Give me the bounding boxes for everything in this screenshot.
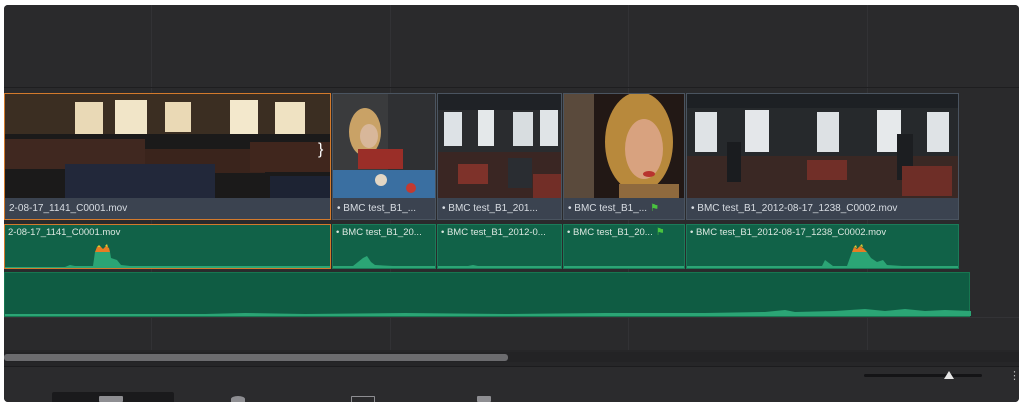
audio-waveform	[333, 256, 435, 268]
clip-thumbnail	[438, 94, 561, 198]
audio-clip-name: BMC test_B1_20...	[572, 227, 653, 238]
music-track-clip[interactable]	[4, 272, 971, 317]
timeline-track-area[interactable]: 2-08-17_1141_C0001.mov } • BMC test_B1_.…	[4, 5, 1019, 350]
audio-clip-name: BMC test_B1_2012-08-17_1238_C0002.mov	[695, 227, 887, 238]
audio-waveform	[687, 244, 958, 268]
audio-clip[interactable]: 2-08-17_1141_C0001.mov	[4, 224, 331, 269]
audio-clip-name: BMC test_B1_2012-0...	[446, 227, 546, 238]
green-flag-icon: ⚑	[650, 203, 660, 214]
clip-name: 2-08-17_1141_C0001.mov	[5, 198, 330, 219]
clip-thumbnail	[333, 94, 435, 198]
clip-name: BMC test_B1_...	[343, 203, 417, 214]
clip-name: BMC test_B1_2012-08-17_1238_C0002.mov	[697, 203, 898, 214]
video-clip[interactable]: 2-08-17_1141_C0001.mov }	[4, 93, 331, 220]
video-clip[interactable]: • BMC test_B1_2012-08-17_1238_C0002.mov	[686, 93, 959, 220]
clip-thumbnail	[687, 94, 958, 198]
audio-clip[interactable]: • BMC test_B1_2012-0...	[437, 224, 562, 269]
video-clip[interactable]: • BMC test_B1_...	[332, 93, 436, 220]
zoom-slider-knob[interactable]	[944, 371, 954, 379]
video-clip[interactable]: • BMC test_B1_... ⚑	[563, 93, 685, 220]
scrollbar-thumb[interactable]	[4, 354, 508, 361]
clip-thumbnail	[5, 94, 330, 198]
green-flag-icon: ⚑	[655, 227, 665, 238]
trim-handle[interactable]: }	[318, 142, 323, 158]
audio-waveform	[564, 266, 684, 268]
generators-icon[interactable]	[477, 396, 491, 402]
audio-waveform	[438, 265, 561, 268]
timeline-view-icon	[99, 396, 123, 402]
audio-clip-name: 2-08-17_1141_C0001.mov	[8, 227, 121, 238]
audio-clip[interactable]: • BMC test_B1_20...	[332, 224, 436, 269]
effects-icon[interactable]	[231, 396, 245, 402]
clip-name: BMC test_B1_201...	[448, 203, 538, 214]
clip-name: BMC test_B1_...	[574, 203, 648, 214]
audio-waveform	[5, 244, 330, 268]
zoom-icon[interactable]: ⋮	[1009, 369, 1019, 382]
zoom-slider[interactable]	[864, 374, 982, 377]
audio-clip[interactable]: • BMC test_B1_20... ⚑	[563, 224, 685, 269]
video-clip[interactable]: • BMC test_B1_201...	[437, 93, 562, 220]
clip-thumbnail	[564, 94, 684, 198]
timeline-window: 2-08-17_1141_C0001.mov } • BMC test_B1_.…	[4, 5, 1019, 402]
audio-clip-name: BMC test_B1_20...	[341, 227, 422, 238]
transitions-icon[interactable]	[351, 396, 375, 402]
audio-waveform	[5, 309, 971, 316]
audio-clip[interactable]: • BMC test_B1_2012-08-17_1238_C0002.mov	[686, 224, 959, 269]
